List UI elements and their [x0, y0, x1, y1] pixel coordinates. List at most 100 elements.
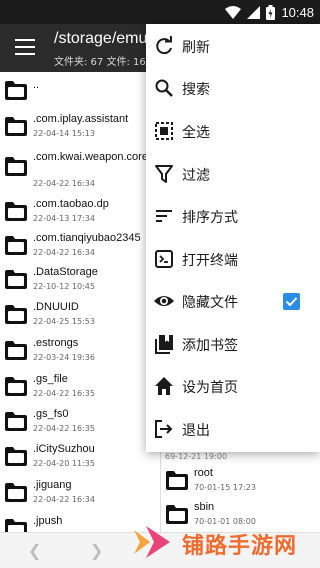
file-row[interactable]: .DataStorage 22-10-12 10:45 [0, 261, 160, 301]
folder-icon [166, 505, 188, 524]
menu-item-set-home[interactable]: 设为首页 [146, 365, 320, 407]
check-icon [285, 297, 298, 307]
file-row[interactable]: .com.iplay.assistant 22-04-14 15:13 [0, 108, 160, 148]
file-row[interactable]: .com.kwai.weapon.core 22-04-22 16:34 [0, 146, 160, 190]
menu-item-select-all[interactable]: 全选 [146, 110, 320, 152]
file-name: root [194, 467, 213, 479]
file-date: 22-10-12 10:45 [33, 282, 95, 291]
status-bar: 10:48 [0, 0, 320, 24]
folder-icon [5, 202, 27, 221]
file-date: 22-04-25 15:53 [33, 317, 95, 326]
folder-icon [5, 236, 27, 255]
menu-item-refresh[interactable]: 刷新 [146, 25, 320, 67]
menu-label: 过滤 [182, 168, 210, 184]
file-date: 69-12-21 19:00 [165, 452, 227, 461]
file-date: 70-01-15 17:23 [194, 483, 256, 492]
path-title: /storage/emu [54, 30, 148, 47]
file-date: 70-01-01 08:00 [194, 517, 256, 526]
file-name: .. [33, 79, 40, 91]
menu-item-add-bookmark[interactable]: 添加书签 [146, 323, 320, 365]
folder-icon [5, 519, 27, 532]
eye-icon [154, 296, 174, 306]
back-arrow-icon[interactable]: ❮ [28, 541, 41, 560]
folder-icon [5, 270, 27, 289]
file-row[interactable]: .estrongs 22-03-24 19:36 [0, 332, 160, 372]
menu-item-exit[interactable]: 退出 [146, 408, 320, 450]
file-name: .com.tianqiyubao2345 [33, 232, 141, 244]
folder-icon [5, 157, 27, 176]
menu-item-search[interactable]: 搜索 [146, 67, 320, 109]
file-name: .jpush [33, 515, 63, 527]
file-name: .iCitySuzhou [33, 443, 95, 455]
signal-icon [247, 5, 261, 19]
file-name: sbin [194, 501, 215, 513]
file-name: .com.iplay.assistant [33, 113, 129, 125]
refresh-icon [156, 36, 172, 55]
menu-drawer-icon[interactable] [15, 39, 35, 57]
file-row[interactable]: sbin 70-01-01 08:00 [161, 496, 320, 532]
menu-item-terminal[interactable]: 打开终端 [146, 238, 320, 280]
menu-label: 刷新 [182, 40, 210, 56]
filter-icon [155, 165, 173, 183]
file-date: 22-04-22 16:35 [33, 424, 95, 433]
file-date: 22-04-13 17:34 [33, 214, 95, 223]
file-name: .com.kwai.weapon.core [33, 151, 148, 163]
file-date: 22-04-22 16:34 [33, 248, 95, 257]
menu-label: 设为首页 [182, 380, 238, 396]
left-file-list[interactable]: .. .com.iplay.assistant 22-04-14 15:13 .… [0, 72, 160, 532]
menu-label: 隐藏文件 [182, 295, 238, 311]
folder-icon [5, 377, 27, 396]
clock: 10:48 [281, 4, 314, 20]
folder-icon [5, 483, 27, 502]
file-row-parent[interactable]: .. [0, 72, 160, 112]
file-name: .estrongs [33, 337, 79, 349]
menu-label: 搜索 [182, 82, 210, 98]
search-icon [155, 79, 173, 97]
menu-label: 打开终端 [182, 253, 238, 269]
sort-icon [156, 210, 172, 222]
folder-count: 文件夹: 67 文件: 16 [54, 57, 146, 68]
file-name: .gs_file [33, 373, 68, 385]
menu-label: 全选 [182, 125, 210, 141]
watermark-text: 铺路手游网 [182, 534, 298, 559]
exit-icon [155, 420, 173, 438]
menu-item-filter[interactable]: 过滤 [146, 153, 320, 195]
home-icon [155, 377, 173, 395]
folder-icon [166, 471, 188, 490]
file-date: 22-04-22 16:34 [33, 495, 95, 504]
menu-label: 排序方式 [182, 210, 238, 226]
forward-arrow-icon[interactable]: ❯ [90, 541, 103, 560]
file-row[interactable]: .DNUUID 22-04-25 15:53 [0, 296, 160, 336]
battery-icon [266, 4, 276, 20]
file-name: .DataStorage [33, 266, 98, 278]
terminal-icon [155, 250, 173, 268]
status-icons: 10:48 [225, 3, 314, 21]
folder-icon [5, 117, 27, 136]
file-name: .gs_fs0 [33, 408, 69, 420]
file-date: 22-04-22 16:34 [33, 179, 95, 188]
file-row[interactable]: .iCitySuzhou 22-04-20 11:35 [0, 438, 160, 478]
select-all-icon [155, 122, 173, 140]
file-date: 22-04-14 15:13 [33, 129, 95, 138]
menu-item-hidden-files[interactable]: 隐藏文件 [146, 280, 320, 322]
menu-item-sort[interactable]: 排序方式 [146, 195, 320, 237]
folder-icon [5, 447, 27, 466]
folder-icon [5, 305, 27, 324]
folder-icon [5, 341, 27, 360]
file-row[interactable]: .jiguang 22-04-22 16:34 [0, 474, 160, 514]
right-file-list[interactable]: 69-12-21 19:00 root 70-01-15 17:23 sbin … [161, 440, 320, 532]
menu-label: 添加书签 [182, 338, 238, 354]
file-name: .com.taobao.dp [33, 198, 109, 210]
file-row[interactable]: .gs_file 22-04-22 16:35 [0, 368, 160, 408]
file-name: .jiguang [33, 479, 72, 491]
menu-label: 退出 [182, 423, 210, 439]
file-row[interactable]: .gs_fs0 22-04-22 16:35 [0, 403, 160, 443]
file-date: 22-03-24 19:36 [33, 353, 95, 362]
wifi-icon [225, 5, 242, 19]
watermark-logo [134, 526, 170, 558]
overflow-menu: 刷新 搜索 全选 过滤 排序方式 打开终端 隐藏文件 添加书签 设为首页 退出 [146, 24, 320, 452]
file-date: 22-04-20 11:35 [33, 459, 95, 468]
hidden-files-checkbox[interactable] [283, 293, 300, 310]
file-date: 22-04-22 16:35 [33, 389, 95, 398]
folder-icon [5, 81, 27, 100]
